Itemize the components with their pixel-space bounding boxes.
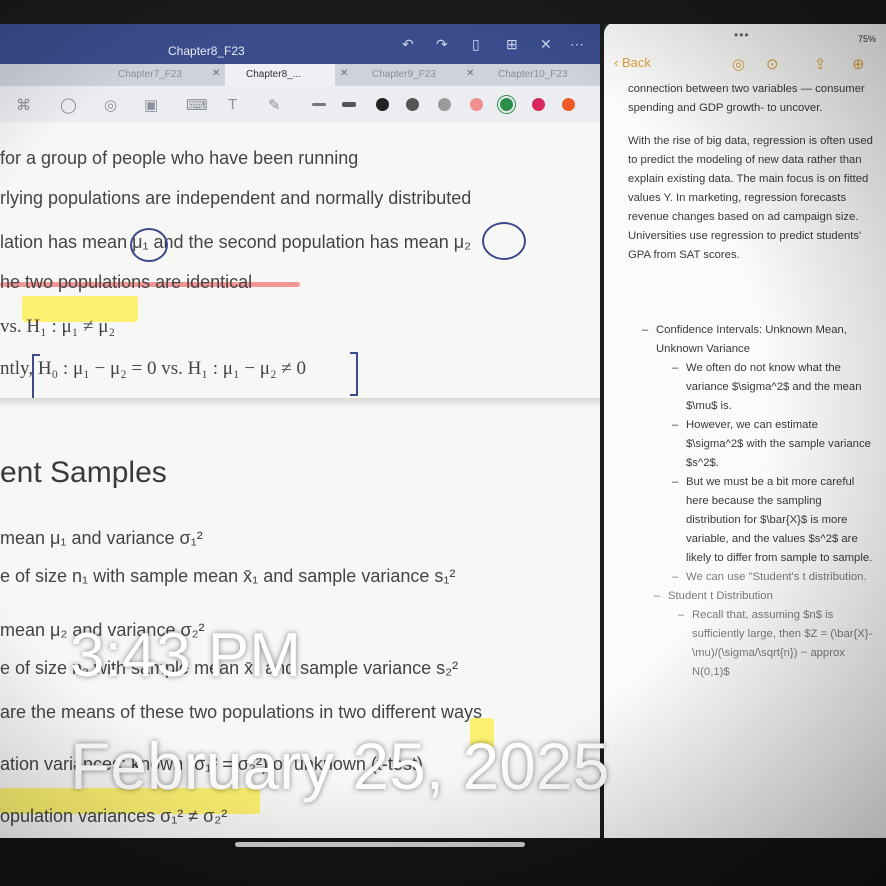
notes-pane: ••• 75% ‹ Back ◎ ⊙ ⇪ ⊕ connection betwee… <box>604 22 886 842</box>
bullet-item: Student t Distribution <box>652 587 878 606</box>
markup-icon[interactable]: ⊙ <box>766 55 779 73</box>
share-icon[interactable]: ⇪ <box>814 55 827 73</box>
section-heading: ent Samples <box>0 456 167 489</box>
ink-bracket <box>350 352 358 396</box>
lasso-icon[interactable]: ⌘ <box>16 96 31 114</box>
close-icon[interactable]: ✕ <box>540 36 552 53</box>
text-line: mean μ₁ and variance σ₁² <box>0 528 203 548</box>
bullet-item: Recall that, assuming $n$ is sufficientl… <box>676 606 878 682</box>
add-page-icon[interactable]: ⊞ <box>506 36 518 53</box>
bullet-item: But we must be a bit more careful here b… <box>670 473 878 568</box>
text-icon[interactable]: T <box>228 96 237 113</box>
tab-chapter8[interactable]: Chapter8_... <box>246 69 301 80</box>
ink-bracket <box>32 354 40 402</box>
share-note-icon[interactable]: ◎ <box>732 55 745 73</box>
text-line: lation has mean μ₁ and the second popula… <box>0 232 472 252</box>
timestamp-time: 3:43 PM <box>70 621 301 690</box>
bookmark-icon[interactable]: ▯ <box>472 36 480 53</box>
note-paragraph: With the rise of big data, regression is… <box>628 135 873 261</box>
text-line: e of size n₁ with sample mean x̄₁ and sa… <box>0 566 456 586</box>
color-darkgray[interactable] <box>406 98 419 111</box>
note-paragraph: connection between two variables — consu… <box>628 83 865 114</box>
bullet-item: Confidence Intervals: Unknown Mean, Unkn… <box>640 321 878 359</box>
timestamp-date: February 25, 2025 <box>70 729 610 803</box>
multitask-handle[interactable]: ••• <box>734 28 750 42</box>
device-bezel-top <box>0 0 886 24</box>
redo-icon[interactable]: ↷ <box>436 36 448 53</box>
undo-icon[interactable]: ↶ <box>402 36 414 53</box>
back-button[interactable]: ‹ Back <box>614 55 651 70</box>
color-black[interactable] <box>376 98 389 111</box>
ink-circle <box>130 228 168 262</box>
note-body[interactable]: connection between two variables — consu… <box>628 80 878 682</box>
keyboard-icon[interactable]: ⌨ <box>186 96 208 114</box>
laser-icon[interactable]: ✎ <box>268 96 281 114</box>
color-green[interactable] <box>500 98 513 111</box>
text-line: for a group of people who have been runn… <box>0 148 359 168</box>
bullet-item: We can use "Student's t distribution. <box>670 568 878 587</box>
thin-stroke-icon[interactable] <box>312 103 326 106</box>
element-icon[interactable]: ◎ <box>104 96 117 114</box>
text-line: vs. H₁ : μ₁ ≠ μ₂ <box>0 316 116 337</box>
goodnotes-pane: Chapter8_F23 ↶ ↷ ▯ ⊞ ✕ ⋯ Chapter7_F23 ✕ … <box>0 22 600 842</box>
title-bar: Chapter8_F23 ↶ ↷ ▯ ⊞ ✕ ⋯ <box>0 22 600 64</box>
color-pink[interactable] <box>470 98 483 111</box>
document-title[interactable]: Chapter8_F23 <box>168 44 245 58</box>
text-line: he two populations are identical <box>0 272 253 292</box>
color-magenta[interactable] <box>532 98 545 111</box>
battery-status: 75% <box>857 34 876 44</box>
close-tab-icon[interactable]: ✕ <box>212 68 220 79</box>
home-indicator[interactable] <box>235 842 525 847</box>
color-gray[interactable] <box>438 98 451 111</box>
image-icon[interactable]: ▣ <box>144 96 158 114</box>
tab-chapter9[interactable]: Chapter9_F23 <box>372 69 436 80</box>
close-tab-icon[interactable]: ✕ <box>466 68 474 79</box>
photo-scene: Chapter8_F23 ↶ ↷ ▯ ⊞ ✕ ⋯ Chapter7_F23 ✕ … <box>0 0 886 886</box>
tool-bar: ⌘ ◯ ◎ ▣ ⌨ T ✎ <box>0 86 600 123</box>
more-options-icon[interactable]: ⊕ <box>852 55 865 73</box>
bullet-item: However, we can estimate $\sigma^2$ with… <box>670 416 878 473</box>
page-break <box>0 398 600 408</box>
tab-chapter7[interactable]: Chapter7_F23 <box>118 69 182 80</box>
more-icon[interactable]: ⋯ <box>570 36 584 53</box>
color-orange[interactable] <box>562 98 575 111</box>
thick-stroke-icon[interactable] <box>342 102 356 107</box>
ink-circle <box>482 222 526 260</box>
text-line: are the means of these two populations i… <box>0 702 482 722</box>
bullet-item: We often do not know what the variance $… <box>670 359 878 416</box>
tab-chapter10[interactable]: Chapter10_F23 <box>498 69 568 80</box>
text-line: ntly, H₀ : μ₁ − μ₂ = 0 vs. H₁ : μ₁ − μ₂ … <box>0 358 307 379</box>
text-line: opulation variances σ₁² ≠ σ₂² <box>0 806 228 826</box>
close-tab-icon[interactable]: ✕ <box>340 68 348 79</box>
back-label: Back <box>621 55 651 70</box>
shapes-icon[interactable]: ◯ <box>60 96 77 114</box>
text-line: rlying populations are independent and n… <box>0 188 472 208</box>
